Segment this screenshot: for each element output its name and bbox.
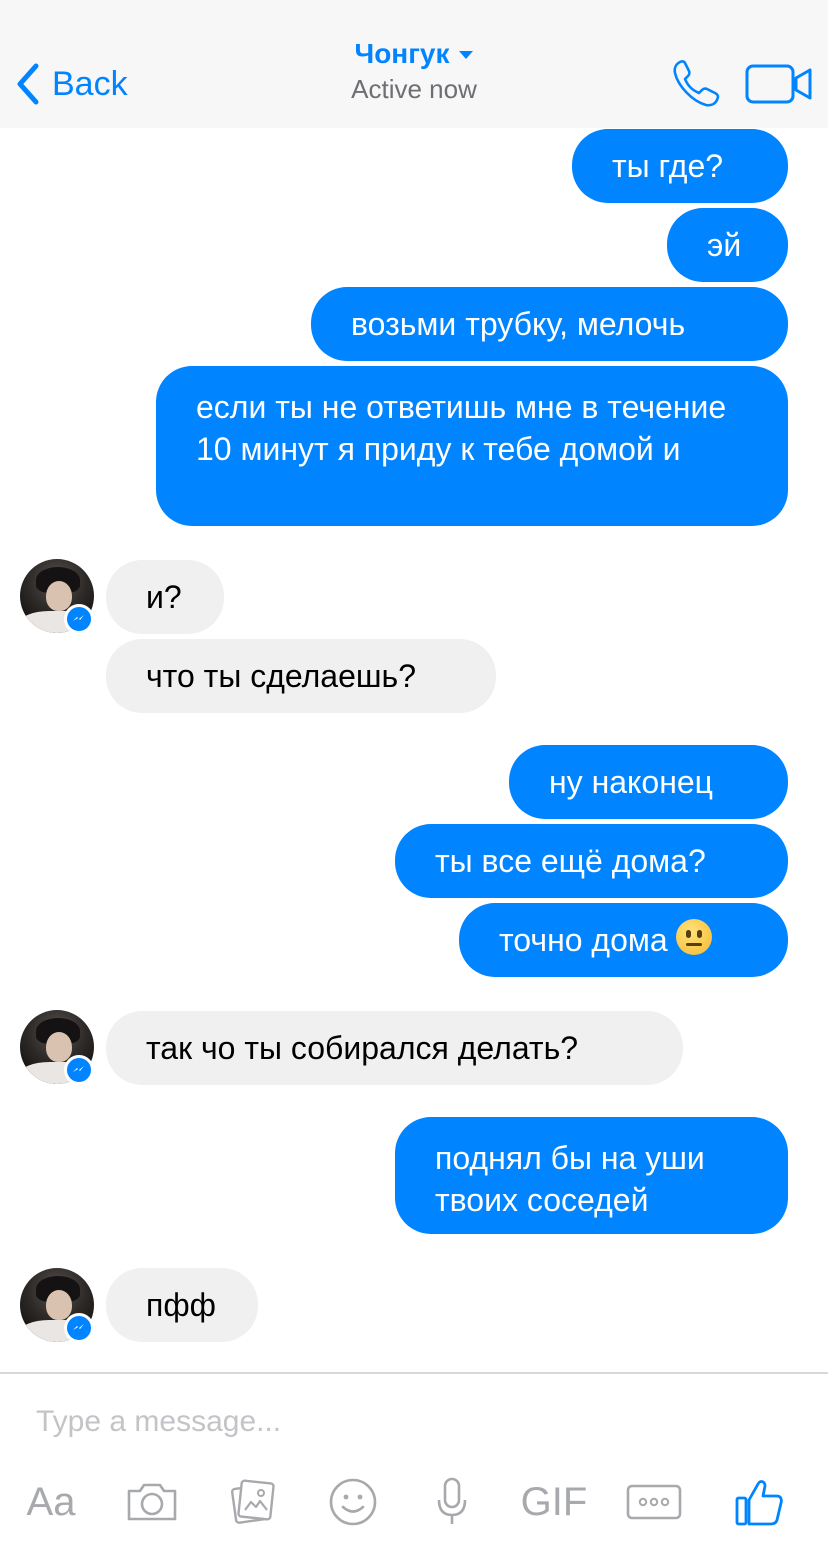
emoji-icon [329, 1478, 377, 1526]
message-text: что ты сделаешь? [146, 658, 417, 694]
message-bubble-incoming[interactable]: пфф [106, 1268, 258, 1342]
message-text: если ты не ответишь мне в течение 10 мин… [196, 389, 727, 467]
microphone-icon [437, 1477, 467, 1524]
caret-down-icon [459, 51, 474, 59]
message-text: пфф [146, 1287, 216, 1323]
message-text: ты где? [612, 148, 724, 184]
thumbs-up-icon [735, 1480, 783, 1526]
message-input[interactable] [36, 1400, 736, 1444]
chevron-left-icon [17, 63, 39, 105]
message-text: точно дома [499, 922, 668, 958]
back-button[interactable]: Back [14, 60, 128, 108]
messenger-badge-icon [64, 1055, 94, 1085]
text-format-button[interactable]: Aa [20, 1474, 82, 1530]
gif-label: GIF [520, 1479, 588, 1524]
camera-button[interactable] [124, 1474, 180, 1530]
more-button[interactable] [624, 1474, 684, 1530]
contact-name: Чонгук [354, 38, 450, 69]
text-format-label: Aa [26, 1479, 76, 1524]
message-bubble-incoming[interactable]: так чо ты собирался делать? [106, 1011, 683, 1085]
message-bubble-outgoing[interactable]: точно дома [459, 903, 788, 977]
gallery-button[interactable] [226, 1474, 280, 1530]
contact-name-button[interactable]: Чонгук [355, 38, 474, 70]
message-bubble-outgoing[interactable]: поднял бы на уши твоих соседей [395, 1117, 788, 1234]
message-bubble-incoming[interactable]: и? [106, 560, 224, 634]
message-text: так чо ты собирался делать? [146, 1030, 579, 1066]
message-text: ты все ещё дома? [435, 843, 706, 879]
message-text: возьми трубку, мелочь [351, 306, 686, 342]
message-bubble-incoming[interactable]: что ты сделаешь? [106, 639, 496, 713]
message-bubble-outgoing[interactable]: ты где? [572, 129, 788, 203]
more-icon [626, 1484, 682, 1520]
message-bubble-outgoing[interactable]: ты все ещё дома? [395, 824, 788, 898]
message-text: эй [707, 227, 742, 263]
message-bubble-outgoing[interactable]: эй [667, 208, 788, 282]
gif-button[interactable]: GIF [518, 1474, 590, 1530]
message-bubble-outgoing[interactable]: возьми трубку, мелочь [311, 287, 788, 361]
neutral-face-emoji-icon [675, 919, 712, 955]
message-bubble-outgoing[interactable]: ну наконец [509, 745, 788, 819]
phone-icon[interactable] [670, 58, 722, 110]
emoji-button[interactable] [326, 1474, 380, 1530]
gallery-icon [230, 1479, 275, 1524]
voice-button[interactable] [432, 1474, 472, 1530]
composer-divider [0, 1372, 828, 1374]
message-bubble-outgoing[interactable]: если ты не ответишь мне в течение 10 мин… [156, 366, 788, 526]
camera-icon [127, 1483, 177, 1521]
back-label: Back [52, 64, 128, 103]
messenger-badge-icon [64, 1313, 94, 1343]
messenger-badge-icon [64, 604, 94, 634]
chat-header: Back Чонгук Active now [0, 0, 828, 128]
message-text: поднял бы на уши твоих соседей [435, 1140, 705, 1218]
like-button[interactable] [732, 1474, 786, 1530]
video-camera-icon[interactable] [744, 62, 814, 106]
message-text: ну наконец [549, 764, 713, 800]
message-text: и? [146, 579, 182, 615]
